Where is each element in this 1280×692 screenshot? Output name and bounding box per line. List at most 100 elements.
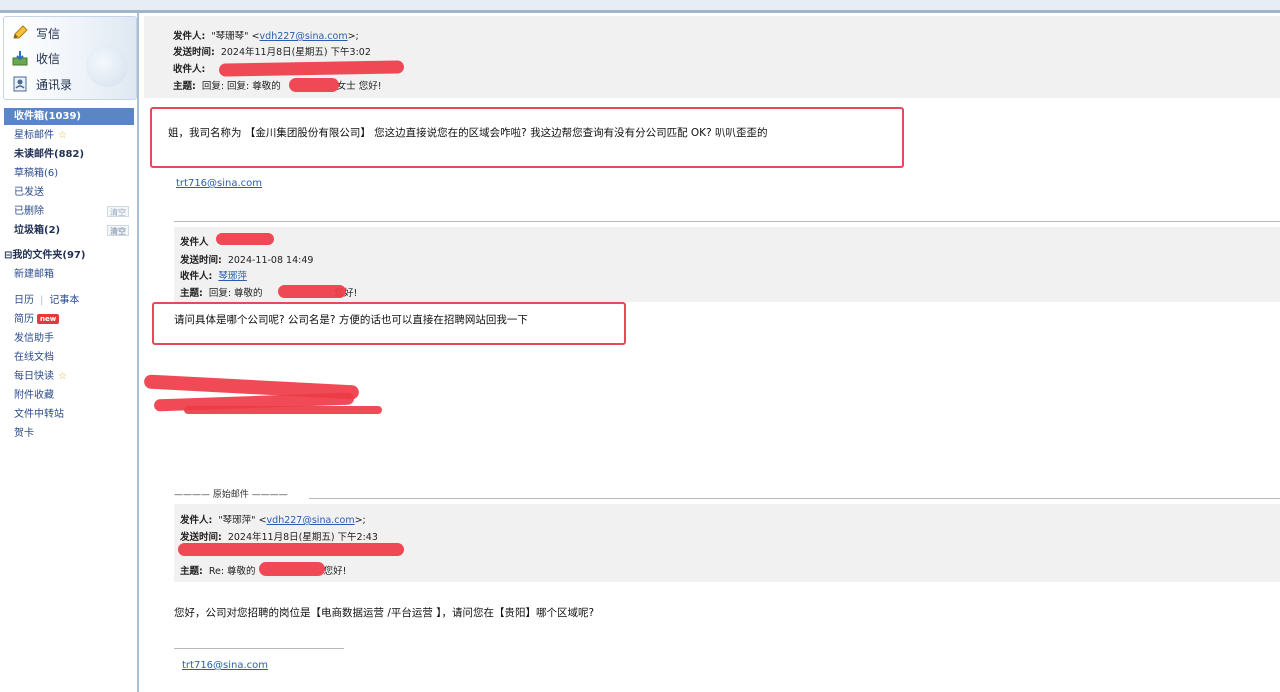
resume-link[interactable]: 简历 new — [4, 311, 134, 328]
time-label: 发送时间: — [173, 47, 215, 58]
address-book-icon — [12, 76, 28, 92]
write-mail-label: 写信 — [36, 26, 61, 41]
from-line: 发件人 — [180, 234, 215, 248]
folder-unread[interactable]: 未读邮件(882) — [4, 146, 134, 163]
folder-sent-label: 已发送 — [14, 187, 44, 198]
folder-unread-label: 未读邮件(882) — [14, 149, 85, 160]
from-label: 发件人: — [173, 31, 206, 42]
folder-spam[interactable]: 垃圾箱(2) 清空 — [4, 222, 134, 239]
time-value: 2024年11月8日(星期五) 下午3:02 — [220, 47, 371, 58]
daily-news-label: 每日快读 — [14, 371, 54, 382]
new-folder-link[interactable]: 新建邮箱 — [4, 266, 134, 283]
original-mail-divider-label: ———— 原始邮件 ———— — [174, 490, 288, 500]
folder-inbox[interactable]: 收件箱(1039) — [4, 108, 134, 125]
folder-inbox-label: 收件箱(1039) — [14, 111, 81, 122]
assistant-label: 发信助手 — [14, 333, 54, 344]
my-folders-label: ⊟我的文件夹(97) — [4, 250, 86, 261]
from-line: 发件人: "琴琊萍" <vdh227@sina.com>; — [180, 512, 366, 526]
from-tail: >; — [354, 515, 366, 526]
contacts-button[interactable]: 通讯录 — [12, 74, 72, 94]
from-email-link[interactable]: vdh227@sina.com — [267, 515, 355, 526]
email-body-text: 请问具体是哪个公司呢? 公司名是? 方便的话也可以直接在招聘网站回我一下 — [174, 314, 528, 326]
redaction-mark — [259, 562, 325, 576]
time-label: 发送时间: — [180, 532, 222, 543]
highlighted-question-box: 请问具体是哪个公司呢? 公司名是? 方便的话也可以直接在招聘网站回我一下 — [152, 302, 626, 345]
mail-reading-pane: 发件人: "琴珊琴" <vdh227@sina.com>; 发送时间: 2024年1… — [143, 16, 1280, 692]
subject-label: 主题: — [173, 81, 196, 92]
quote-divider — [174, 221, 1280, 222]
star-icon: ☆ — [58, 371, 67, 382]
subject-label: 主题: — [180, 566, 203, 577]
from-name: "琴琊萍" < — [218, 515, 267, 526]
empty-spam-button[interactable]: 清空 — [107, 225, 129, 236]
contacts-label: 通讯录 — [36, 77, 73, 92]
signature-email-link[interactable]: trt716@sina.com — [176, 178, 262, 189]
transfer-label: 文件中转站 — [14, 409, 64, 420]
write-mail-button[interactable]: 写信 — [12, 23, 60, 43]
folder-spam-label: 垃圾箱(2) — [14, 225, 61, 236]
to-line: 收件人: 琴琊萍 — [180, 268, 247, 282]
to-line: 收件人: — [173, 61, 211, 75]
folder-deleted[interactable]: 已删除 清空 — [4, 203, 134, 220]
redaction-mark — [278, 285, 346, 298]
original-divider — [309, 498, 1280, 499]
signature-email-link[interactable]: trt716@sina.com — [182, 660, 268, 671]
card-link[interactable]: 贺卡 — [4, 425, 134, 442]
subject-tail: 您好! — [323, 566, 347, 577]
diary-link[interactable]: 日历 — [14, 295, 34, 306]
folder-drafts[interactable]: 草稿箱(6) — [4, 165, 134, 182]
time-line: 发送时间: 2024年11月8日(星期五) 下午2:43 — [180, 529, 378, 543]
pencil-icon — [12, 25, 28, 41]
time-line: 发送时间: 2024-11-08 14:49 — [180, 252, 313, 266]
new-folder-label: 新建邮箱 — [14, 269, 54, 280]
redaction-mark — [178, 543, 404, 556]
inbox-arrow-icon — [12, 50, 28, 66]
daily-news-link[interactable]: 每日快读 ☆ — [4, 368, 134, 385]
subject-tail: 女士 您好! — [336, 81, 382, 92]
from-name: "琴珊琴" < — [211, 31, 260, 42]
attachments-link[interactable]: 附件收藏 — [4, 387, 134, 404]
subject-line: 主题: 回复: 回复: 尊敬的 女士 您好! — [173, 78, 382, 92]
signature: trt716@sina.com — [176, 178, 262, 189]
time-line: 发送时间: 2024年11月8日(星期五) 下午3:02 — [173, 44, 371, 58]
redaction-mark — [289, 78, 339, 92]
my-folders[interactable]: ⊟我的文件夹(97) — [4, 247, 134, 264]
top-bar — [0, 0, 1280, 13]
decorative-bubble — [86, 45, 128, 87]
email-body-text: 姐，我司名称为 【金川集团股份有限公司】 您这边直接说您在的区域会咋啦? 我这边… — [168, 127, 768, 139]
attachments-label: 附件收藏 — [14, 390, 54, 401]
receive-mail-button[interactable]: 收信 — [12, 48, 60, 68]
time-value: 2024年11月8日(星期五) 下午2:43 — [227, 532, 378, 543]
subject-value: Re: 尊敬的 — [208, 566, 256, 577]
assistant-link[interactable]: 发信助手 — [4, 330, 134, 347]
folder-starred-label: 星标邮件 — [14, 130, 54, 141]
new-badge: new — [37, 314, 60, 324]
empty-deleted-button[interactable]: 清空 — [107, 206, 129, 217]
highlighted-reply-box: 姐，我司名称为 【金川集团股份有限公司】 您这边直接说您在的区域会咋啦? 我这边… — [150, 107, 904, 168]
subject-value: 回复: 回复: 尊敬的 — [201, 81, 281, 92]
original-body-text: 您好，公司对您招聘的岗位是【电商数据运营 /平台运营 】，请问您在【贵阳】哪个区… — [174, 607, 595, 619]
subject-value: 回复: 尊敬的 — [208, 288, 263, 299]
resume-label: 简历 — [14, 314, 34, 325]
folder-drafts-label: 草稿箱(6) — [14, 168, 59, 179]
folder-starred[interactable]: 星标邮件 ☆ — [4, 127, 134, 144]
redaction-mark — [216, 233, 274, 245]
redaction-mark — [184, 406, 382, 414]
quick-actions-panel: 写信 收信 通讯录 — [3, 16, 137, 100]
signature: trt716@sina.com — [182, 660, 268, 671]
separator: | — [40, 295, 44, 306]
receive-mail-label: 收信 — [36, 51, 61, 66]
transfer-link[interactable]: 文件中转站 — [4, 406, 134, 423]
to-label: 收件人: — [173, 64, 206, 75]
notebook-link[interactable]: 记事本 — [49, 295, 79, 306]
from-label: 发件人 — [180, 237, 209, 248]
time-label: 发送时间: — [180, 255, 222, 266]
online-docs-link[interactable]: 在线文档 — [4, 349, 134, 366]
star-icon: ☆ — [58, 130, 67, 141]
tools-row-1: 日历 | 记事本 — [4, 292, 134, 309]
sidebar: 写信 收信 通讯录 收件箱(1039) 星标邮件 ☆ 未读邮件(882) 草稿箱(… — [0, 13, 139, 692]
to-link[interactable]: 琴琊萍 — [218, 271, 247, 282]
folder-sent[interactable]: 已发送 — [4, 184, 134, 201]
from-email-link[interactable]: vdh227@sina.com — [260, 31, 348, 42]
to-label: 收件人: — [180, 271, 213, 282]
